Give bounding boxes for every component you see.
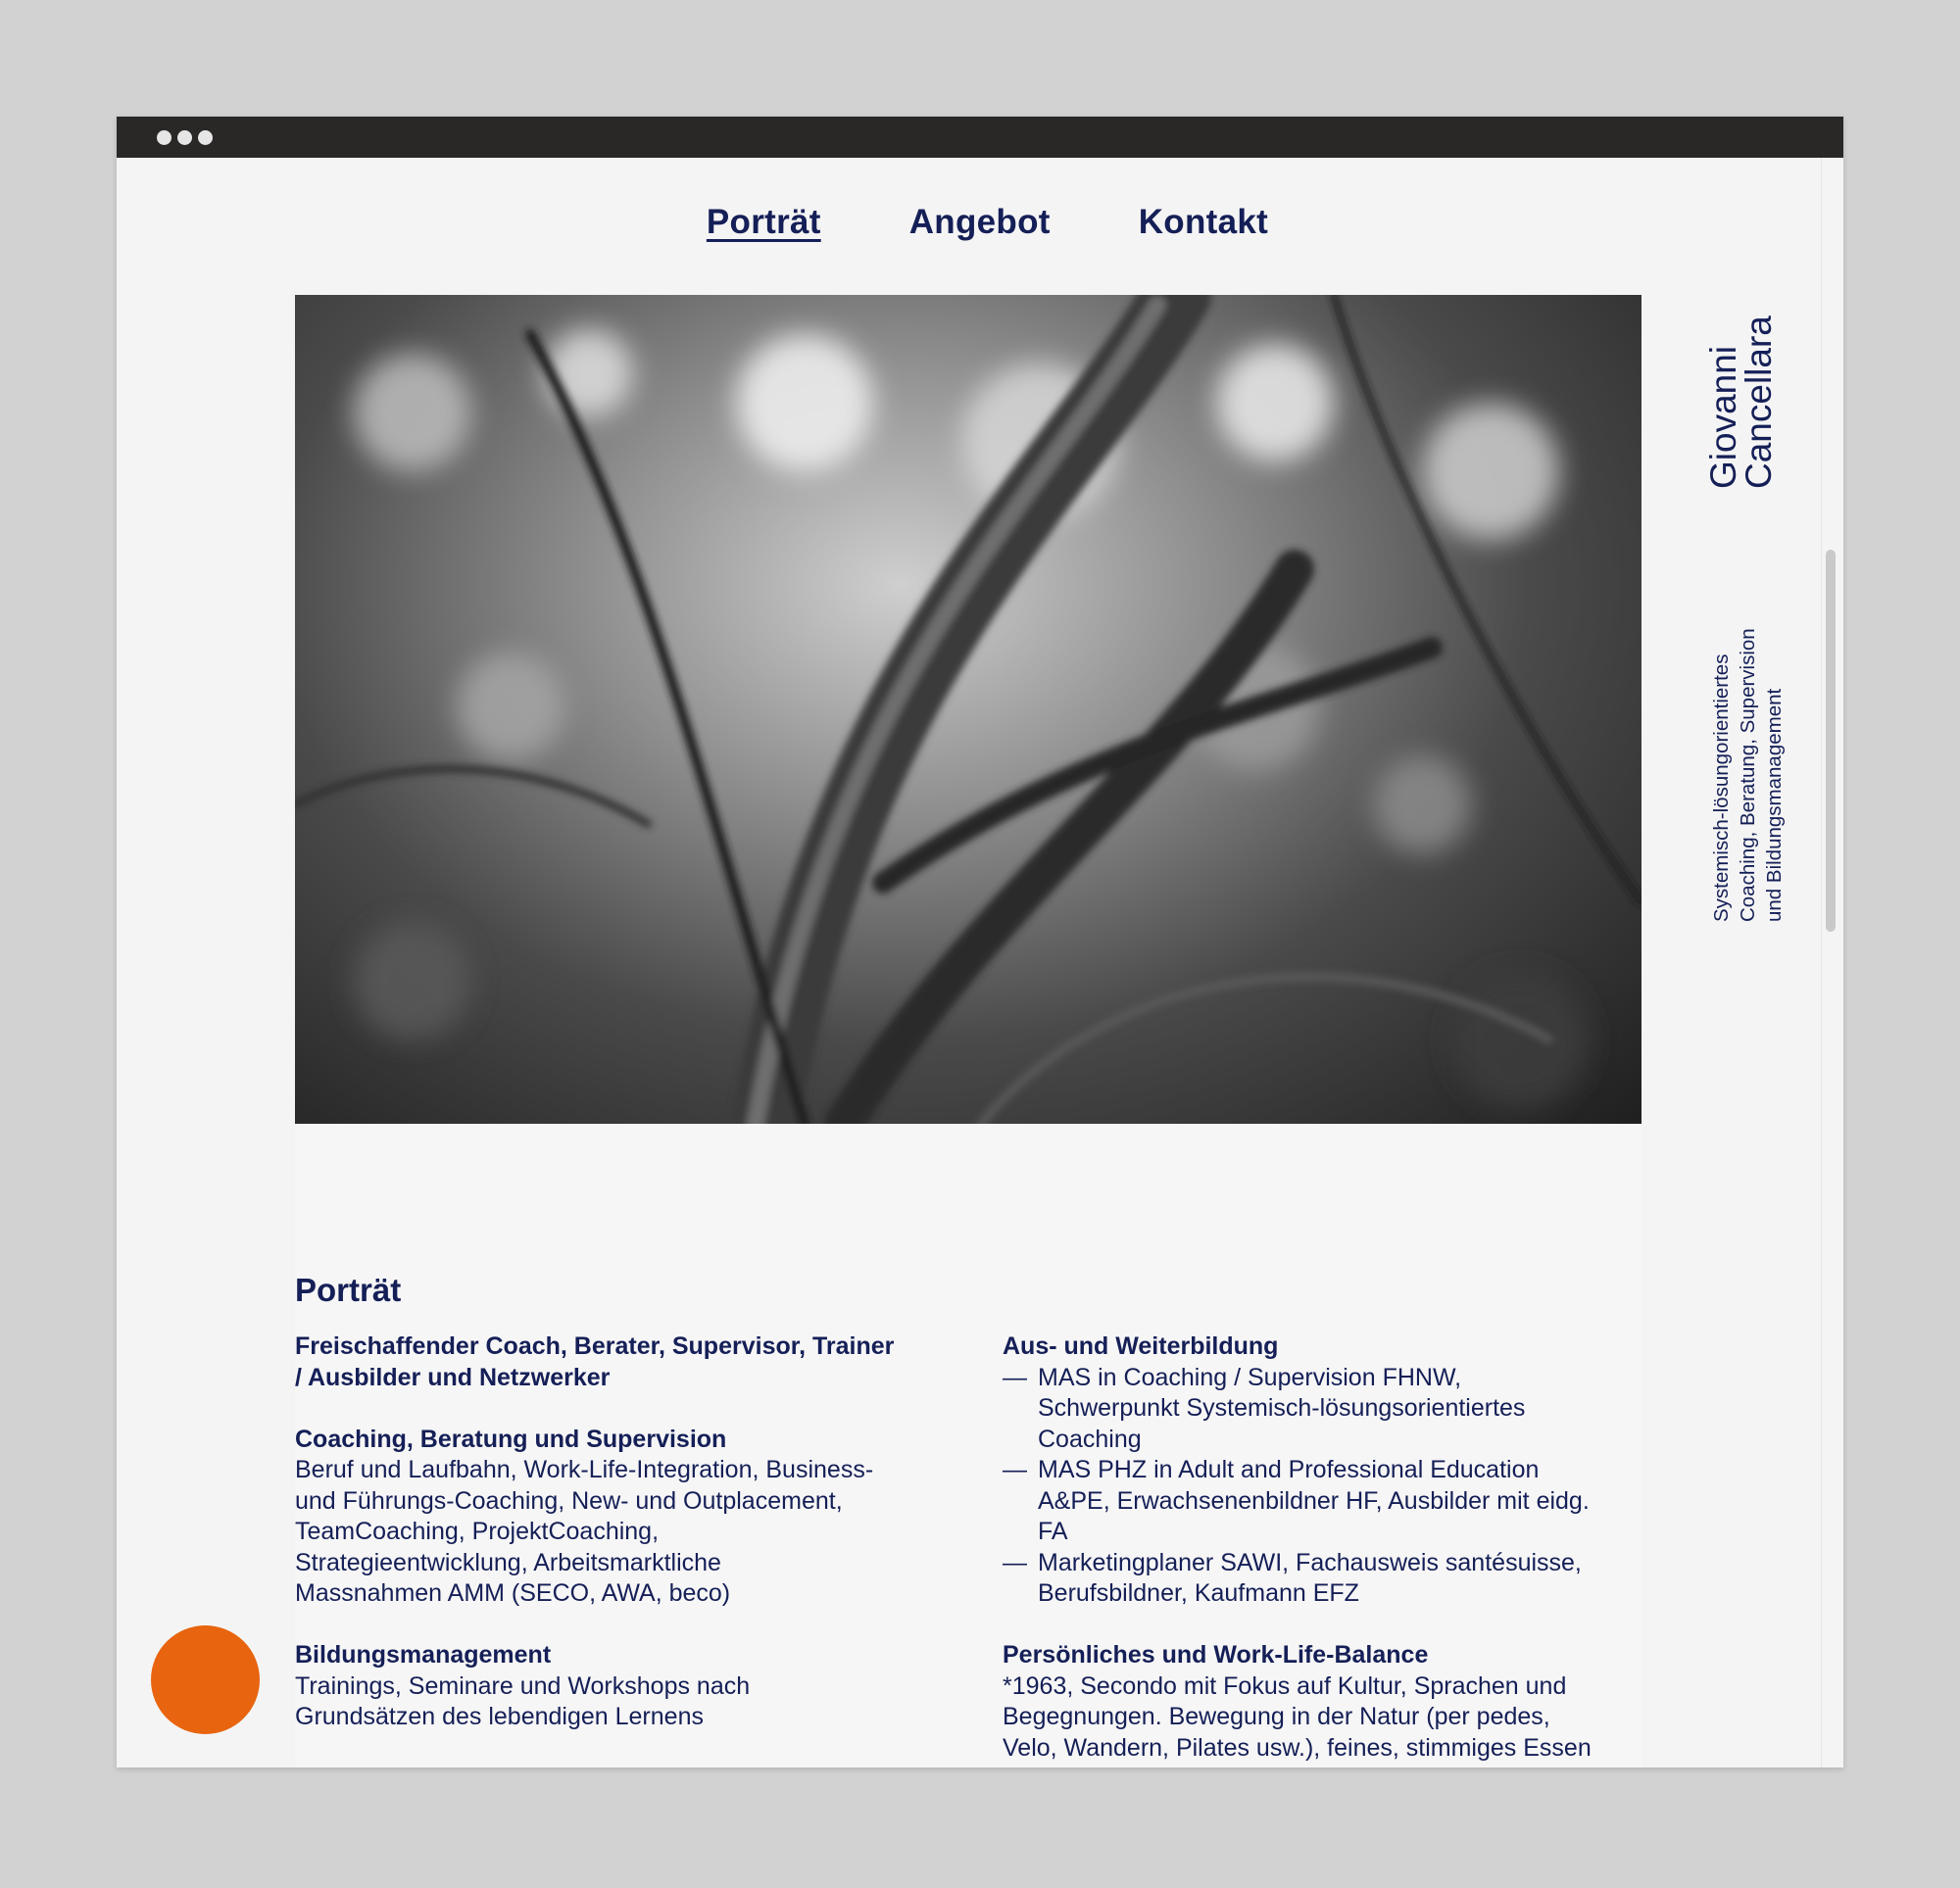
dash-icon: —: [1003, 1363, 1027, 1391]
coaching-line: Strategieentwicklung, Arbeitsmarktliche: [295, 1548, 721, 1576]
left-column: Freischaffender Coach, Berater, Supervis…: [295, 1331, 922, 1764]
list-item: — Marketingplaner SAWI, Fachausweis sant…: [1003, 1548, 1640, 1610]
orange-circle-button[interactable]: [151, 1625, 260, 1734]
tagline-line: und Bildungsmanagement: [1763, 688, 1786, 922]
portrait-section: Porträt Freischaffender Coach, Berater, …: [295, 1124, 1642, 1767]
intro-line: / Ausbilder und Netzwerker: [295, 1363, 611, 1391]
browser-window: Porträt Angebot Kontakt Giovanni Cancell…: [117, 117, 1843, 1767]
window-dot-icon[interactable]: [157, 130, 172, 145]
dash-icon: —: [1003, 1548, 1027, 1576]
list-item-line: Schwerpunkt Systemisch-lösungsorientiert…: [1038, 1394, 1526, 1422]
nav-item-portraet[interactable]: Porträt: [707, 203, 821, 242]
section-title: Porträt: [295, 1272, 402, 1308]
intro-line: Freischaffender Coach, Berater, Supervis…: [295, 1332, 895, 1360]
photo-branches-icon: [295, 295, 1642, 1124]
coaching-line: Massnahmen AMM (SECO, AWA, beco): [295, 1579, 731, 1607]
list-item-line: A&PE, Erwachsenenbildner HF, Ausbilder m…: [1038, 1486, 1590, 1515]
scrollbar-thumb[interactable]: [1826, 550, 1836, 932]
main-nav: Porträt Angebot Kontakt: [117, 203, 1843, 242]
brand-first-name: Giovanni: [1703, 345, 1743, 489]
window-dot-icon[interactable]: [198, 130, 213, 145]
coaching-block: Coaching, Beratung und Supervision Beruf…: [295, 1425, 922, 1610]
coaching-line: und Führungs-Coaching, New- und Outplace…: [295, 1486, 843, 1515]
brand-tagline: Systemisch-lösungorientiertes Coaching, …: [1690, 587, 1786, 940]
hero-photo: [295, 295, 1642, 1124]
nav-item-angebot[interactable]: Angebot: [909, 203, 1051, 242]
list-item-line: MAS PHZ in Adult and Professional Educat…: [1038, 1456, 1540, 1483]
bildung-heading: Bildungsmanagement: [295, 1641, 552, 1669]
dash-icon: —: [1003, 1456, 1027, 1483]
personal-block: Persönliches und Work-Life-Balance *1963…: [1003, 1640, 1640, 1764]
brand-name[interactable]: Giovanni Cancellara: [1703, 293, 1794, 508]
coaching-line: Beruf und Laufbahn, Work-Life-Integratio…: [295, 1456, 874, 1483]
education-list: — MAS in Coaching / Supervision FHNW, Sc…: [1003, 1363, 1640, 1610]
list-item-line: Berufsbildner, Kaufmann EFZ: [1038, 1579, 1359, 1607]
list-item-line: Coaching: [1038, 1425, 1142, 1453]
window-dot-icon[interactable]: [177, 130, 192, 145]
list-item: — MAS in Coaching / Supervision FHNW, Sc…: [1003, 1363, 1640, 1456]
list-item: — MAS PHZ in Adult and Professional Educ…: [1003, 1455, 1640, 1548]
scrollbar-track: [1821, 158, 1822, 1767]
brand-last-name: Cancellara: [1739, 315, 1779, 489]
personal-line: *1963, Secondo mit Fokus auf Kultur, Spr…: [1003, 1671, 1567, 1700]
nav-item-kontakt[interactable]: Kontakt: [1139, 203, 1268, 242]
education-block: Aus- und Weiterbildung — MAS in Coaching…: [1003, 1331, 1640, 1610]
personal-line: Velo, Wandern, Pilates usw.), feines, st…: [1003, 1733, 1592, 1762]
bildung-block: Bildungsmanagement Trainings, Seminare u…: [295, 1640, 922, 1733]
coaching-line: TeamCoaching, ProjektCoaching,: [295, 1518, 660, 1545]
list-item-line: MAS in Coaching / Supervision FHNW,: [1038, 1363, 1462, 1391]
list-item-line: FA: [1038, 1518, 1068, 1545]
education-heading: Aus- und Weiterbildung: [1003, 1332, 1279, 1360]
personal-line: Begegnungen. Bewegung in der Natur (per …: [1003, 1703, 1550, 1730]
tagline-line: Systemisch-lösungorientiertes: [1710, 654, 1733, 922]
coaching-heading: Coaching, Beratung und Supervision: [295, 1425, 727, 1453]
list-item-line: Marketingplaner SAWI, Fachausweis santés…: [1038, 1548, 1582, 1576]
tagline-line: Coaching, Beratung, Supervision: [1737, 628, 1759, 922]
personal-heading: Persönliches und Work-Life-Balance: [1003, 1641, 1429, 1669]
intro-block: Freischaffender Coach, Berater, Supervis…: [295, 1331, 922, 1393]
bildung-line: Grundsätzen des lebendigen Lernens: [295, 1703, 704, 1730]
window-titlebar: [117, 117, 1843, 158]
right-column: Aus- und Weiterbildung — MAS in Coaching…: [1003, 1331, 1640, 1767]
bildung-line: Trainings, Seminare und Workshops nach: [295, 1671, 751, 1700]
